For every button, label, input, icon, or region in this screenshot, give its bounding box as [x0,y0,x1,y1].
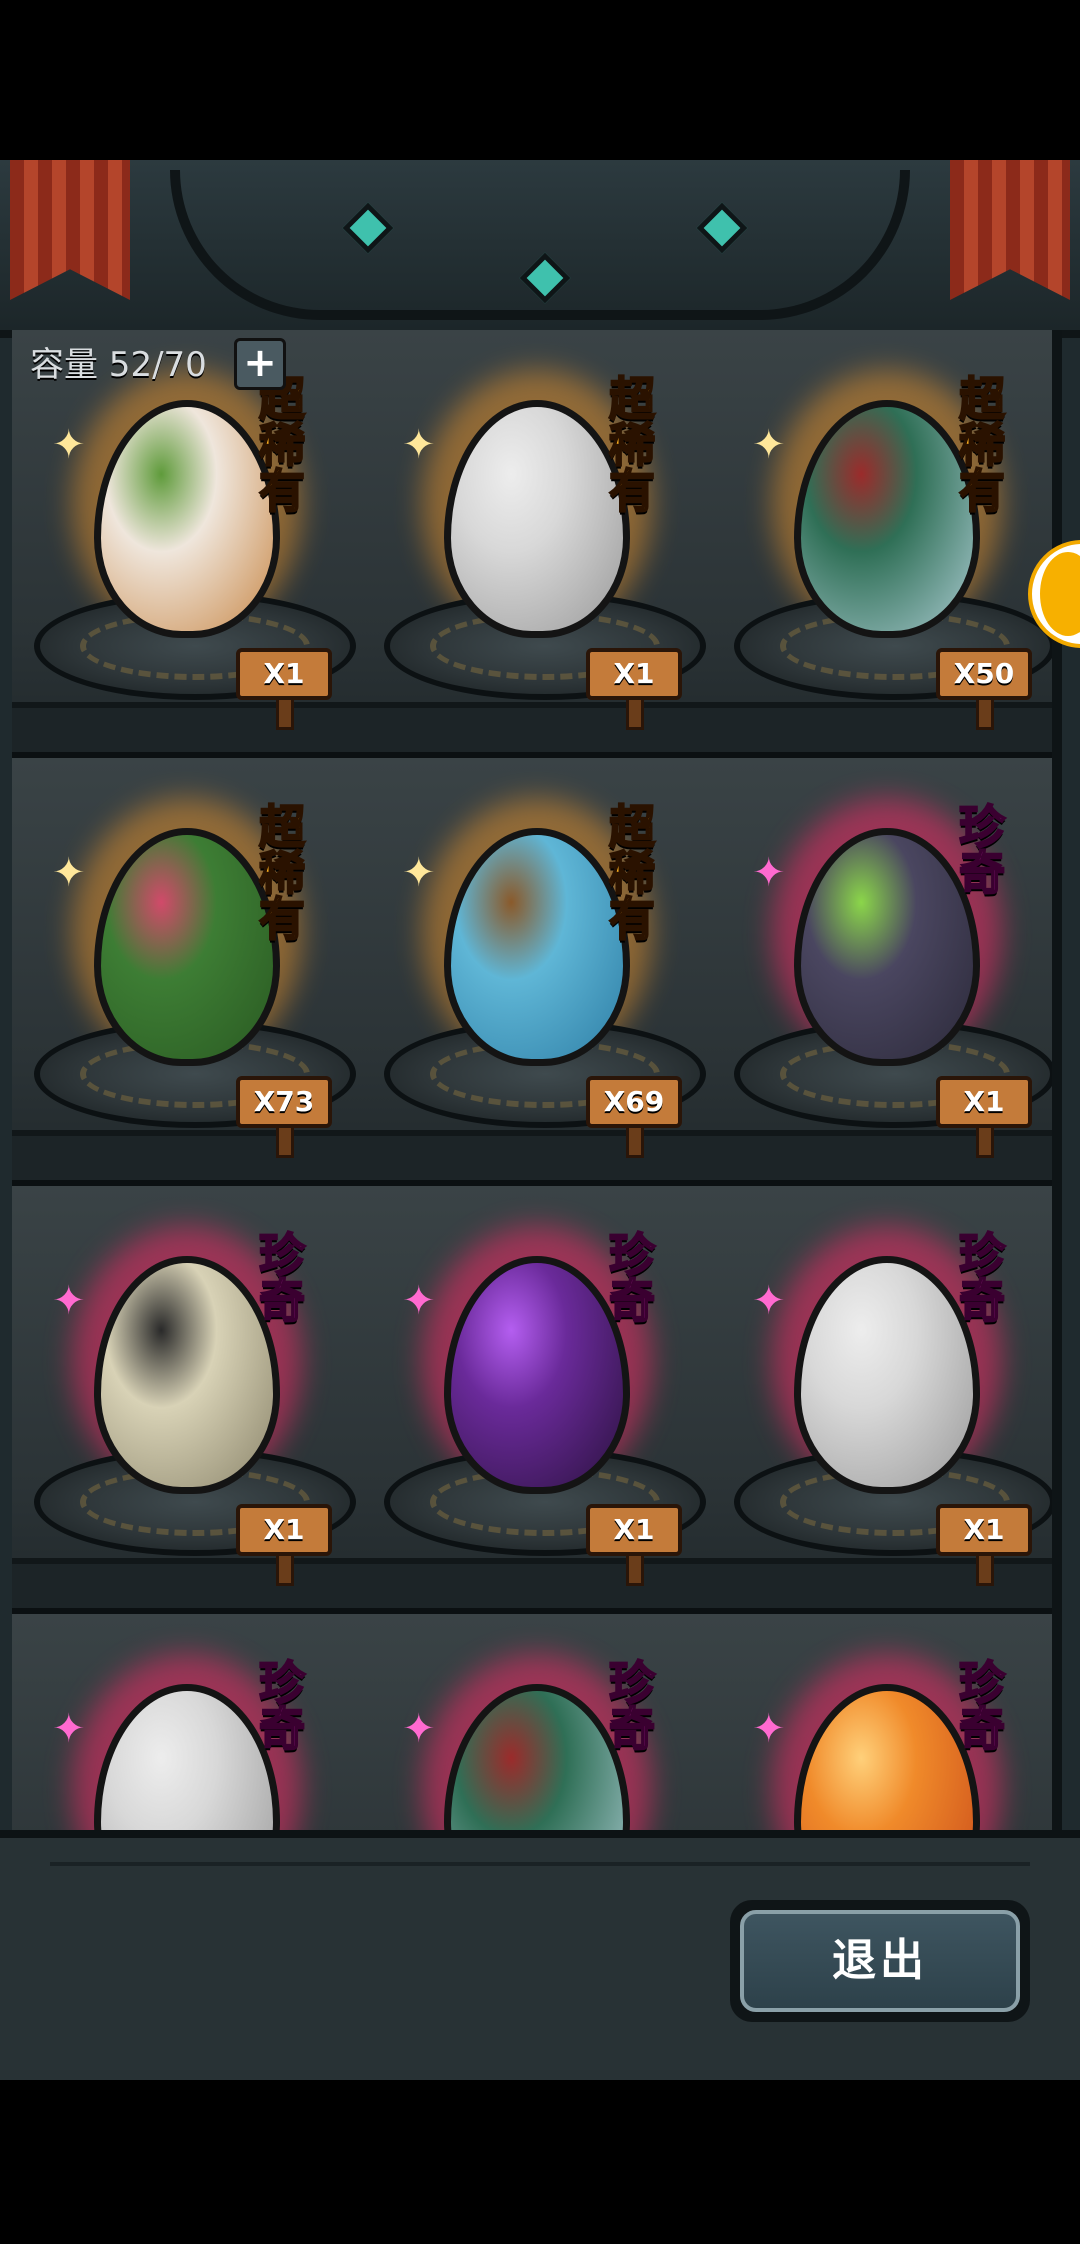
rarity-label: 超稀有 [258,800,306,946]
egg-count-sign: X73 [236,1076,332,1128]
egg-slot[interactable]: ✦ 珍奇 X1 [362,1186,712,1614]
rarity-label: 超稀有 [608,800,656,946]
egg-slot[interactable]: ✦ 珍奇 X1 [12,1186,362,1614]
rarity-label: 珍奇 [958,800,1006,900]
bottom-black-bar [0,2080,1080,2244]
divider [50,1862,1030,1866]
egg-slot[interactable]: ✦ 超稀有 X69 [362,758,712,1186]
egg-count-sign: X1 [236,1504,332,1556]
banner-right [950,160,1070,300]
side-badge-label: 游戏鉴赏 [1040,552,1080,636]
sparkle-icon: ✦ [52,1706,86,1752]
egg-count-sign: X1 [586,1504,682,1556]
egg-slot[interactable]: ✦ 珍奇 X1 [712,758,1062,1186]
sparkle-icon: ✦ [52,422,86,468]
egg-count-sign: X50 [936,648,1032,700]
sparkle-icon: ✦ [402,1706,436,1752]
expand-capacity-button[interactable]: + [234,338,286,390]
sparkle-icon: ✦ [402,422,436,468]
exit-button-label: 退出 [740,1910,1020,2012]
egg-storage-panel: ✦ 珍奇 ✦ 珍奇 ✦ 珍奇 ✦ 珍奇 X1 ✦ 珍奇 X1 ✦ 珍奇 X1 ✦ 超稀有 X73 ✦ 超稀有 X69 ✦ 珍… [0,160,1080,2080]
exit-button[interactable]: 退出 [730,1900,1030,2022]
egg-slot[interactable]: ✦ 珍奇 [12,1614,362,1830]
egg-count-sign: X1 [936,1076,1032,1128]
sparkle-icon: ✦ [752,1278,786,1324]
rarity-label: 珍奇 [958,1228,1006,1328]
shelf-row: ✦ 超稀有 X73 ✦ 超稀有 X69 ✦ 珍奇 X1 [12,758,1062,1186]
egg-slot[interactable]: ✦ 超稀有 X1 [362,330,712,758]
egg-rack[interactable]: ✦ 珍奇 ✦ 珍奇 ✦ 珍奇 ✦ 珍奇 X1 ✦ 珍奇 X1 ✦ 珍奇 X1 ✦ 超稀有 X73 ✦ 超稀有 X69 ✦ 珍… [12,330,1062,1830]
egg-slot[interactable]: ✦ 超稀有 X73 [12,758,362,1186]
egg-count-sign: X1 [586,648,682,700]
decorative-header [0,160,1080,338]
rarity-label: 珍奇 [608,1228,656,1328]
sparkle-icon: ✦ [752,422,786,468]
egg-slot[interactable]: ✦ 超稀有 X50 [712,330,1062,758]
shelf-row: ✦ 超稀有 X1 ✦ 超稀有 X1 ✦ 超稀有 X50 [12,330,1062,758]
rarity-label: 珍奇 [258,1228,306,1328]
rarity-label: 珍奇 [258,1656,306,1756]
egg-count-sign: X1 [236,648,332,700]
sparkle-icon: ✦ [52,850,86,896]
banner-left [10,160,130,300]
sparkle-icon: ✦ [402,1278,436,1324]
egg-slot[interactable]: ✦ 珍奇 [362,1614,712,1830]
shelf-row: ✦ 珍奇 ✦ 珍奇 ✦ 珍奇 [12,1614,1062,1830]
egg-slot[interactable]: ✦ 珍奇 [712,1614,1062,1830]
sparkle-icon: ✦ [752,850,786,896]
sparkle-icon: ✦ [402,850,436,896]
rarity-label: 超稀有 [958,372,1006,518]
rarity-label: 珍奇 [608,1656,656,1756]
egg-count-sign: X69 [586,1076,682,1128]
shelf-row: ✦ 珍奇 X1 ✦ 珍奇 X1 ✦ 珍奇 X1 [12,1186,1062,1614]
rarity-label: 超稀有 [258,372,306,518]
rarity-label: 珍奇 [958,1656,1006,1756]
egg-slot[interactable]: ✦ 珍奇 X1 [712,1186,1062,1614]
capacity-label: 容量 52/70 [30,345,207,385]
rarity-label: 超稀有 [608,372,656,518]
egg-count-sign: X1 [936,1504,1032,1556]
bottom-bar: 退出 [0,1830,1080,2080]
sparkle-icon: ✦ [752,1706,786,1752]
egg-slot[interactable]: ✦ 超稀有 X1 [12,330,362,758]
sparkle-icon: ✦ [52,1278,86,1324]
top-black-bar [0,0,1080,160]
